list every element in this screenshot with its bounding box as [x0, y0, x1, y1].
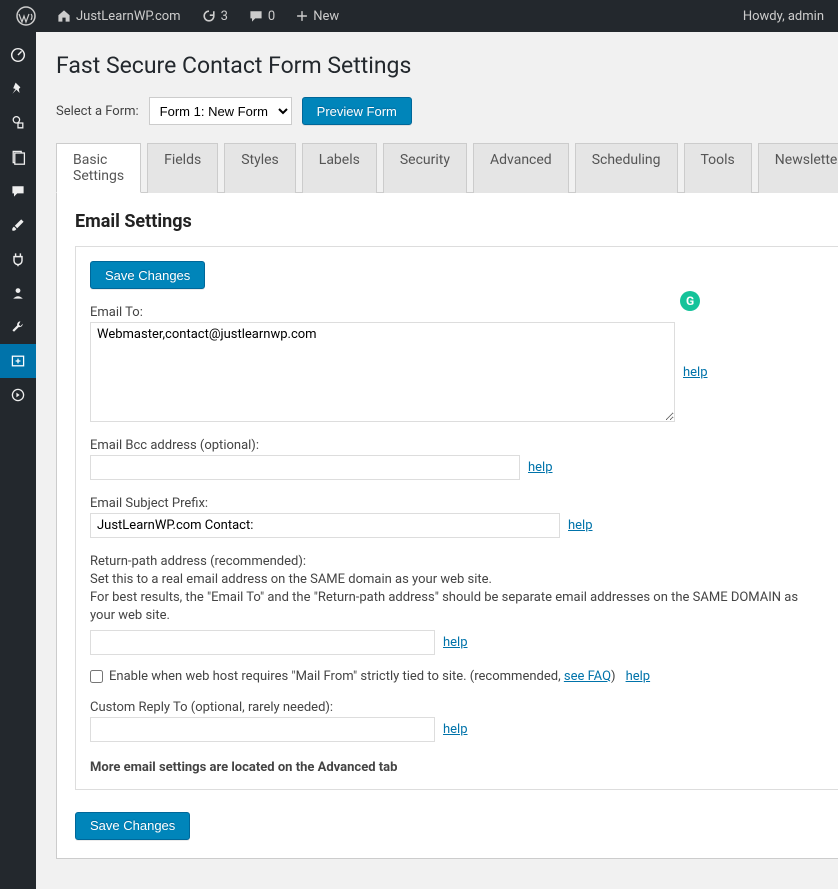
dashboard-icon [9, 46, 27, 64]
sidebar-pages[interactable] [0, 140, 36, 174]
help-link-bcc[interactable]: help [528, 460, 553, 475]
settings-tabs: Basic Settings Fields Styles Labels Secu… [56, 143, 838, 193]
email-to-textarea[interactable] [90, 322, 675, 422]
mailfrom-label-post: ) [611, 669, 616, 684]
home-icon [56, 8, 72, 24]
sidebar-tools[interactable] [0, 310, 36, 344]
select-form-label: Select a Form: [56, 104, 139, 119]
tab-fields[interactable]: Fields [147, 143, 218, 193]
brush-icon [10, 217, 26, 233]
returnpath-block: Return-path address (recommended): Set t… [90, 554, 825, 655]
help-link-mailfrom[interactable]: help [626, 669, 651, 684]
tab-styles[interactable]: Styles [224, 143, 296, 193]
refresh-icon [201, 8, 217, 24]
form-selector-row: Select a Form: Form 1: New Form Preview … [56, 97, 838, 125]
new-content-link[interactable]: New [287, 0, 347, 32]
new-label: New [313, 9, 339, 24]
wordpress-icon [16, 6, 36, 26]
returnpath-label: Return-path address (recommended): [90, 554, 825, 569]
wp-logo-menu[interactable] [8, 0, 44, 32]
comments-link[interactable]: 0 [240, 0, 283, 32]
email-to-block: G Email To: help [90, 305, 825, 422]
howdy-text: Howdy, admin [743, 9, 824, 24]
tab-tools[interactable]: Tools [684, 143, 752, 193]
sidebar-dashboard[interactable] [0, 38, 36, 72]
tab-newsletter[interactable]: Newsletter [758, 143, 838, 193]
help-link-replyto[interactable]: help [443, 722, 468, 737]
replyto-label: Custom Reply To (optional, rarely needed… [90, 700, 825, 715]
returnpath-note1: Set this to a real email address on the … [90, 571, 825, 589]
plus-icon [295, 9, 309, 23]
form-select[interactable]: Form 1: New Form [149, 97, 292, 125]
subject-input[interactable] [90, 513, 560, 538]
topbar-left: JustLearnWP.com 3 0 New [8, 0, 347, 32]
site-name-link[interactable]: JustLearnWP.com [48, 0, 189, 32]
mailfrom-label-pre: Enable when web host requires "Mail From… [109, 669, 564, 684]
sidebar-media[interactable] [0, 106, 36, 140]
sidebar-comments[interactable] [0, 174, 36, 208]
grammarly-icon[interactable]: G [680, 291, 700, 311]
collapse-icon [10, 387, 26, 403]
page-icon [10, 149, 26, 165]
returnpath-input[interactable] [90, 630, 435, 655]
help-link-returnpath[interactable]: help [443, 635, 468, 650]
plugin-icon [10, 251, 26, 267]
tab-labels[interactable]: Labels [302, 143, 377, 193]
site-name-text: JustLearnWP.com [76, 9, 181, 24]
replyto-block: Custom Reply To (optional, rarely needed… [90, 700, 825, 742]
user-icon [10, 285, 26, 301]
sidebar-posts[interactable] [0, 72, 36, 106]
save-button-bottom[interactable]: Save Changes [75, 812, 190, 840]
content-area: Fast Secure Contact Form Settings Select… [36, 32, 838, 889]
email-to-label: Email To: [90, 305, 825, 320]
help-link-subject[interactable]: help [568, 518, 593, 533]
mailfrom-label: Enable when web host requires "Mail From… [109, 669, 616, 684]
updates-count: 3 [221, 9, 228, 24]
tab-security[interactable]: Security [383, 143, 467, 193]
comment-icon [248, 8, 264, 24]
media-icon [10, 115, 26, 131]
admin-topbar: JustLearnWP.com 3 0 New Howdy, admin [0, 0, 838, 32]
sidebar-users[interactable] [0, 276, 36, 310]
settings-panel: Email Settings Save Changes G Email To: … [56, 192, 838, 859]
help-link-emailto[interactable]: help [683, 365, 708, 380]
bcc-input[interactable] [90, 455, 520, 480]
sidebar-contact-form[interactable] [0, 344, 36, 378]
subject-block: Email Subject Prefix: help [90, 496, 825, 538]
page-title: Fast Secure Contact Form Settings [56, 52, 838, 79]
section-title: Email Settings [75, 211, 838, 232]
tab-advanced[interactable]: Advanced [473, 143, 569, 193]
updates-link[interactable]: 3 [193, 0, 236, 32]
sidebar-settings[interactable] [0, 378, 36, 412]
bcc-label: Email Bcc address (optional): [90, 438, 825, 453]
comment-icon [10, 183, 26, 199]
mailfrom-checkbox[interactable] [90, 670, 103, 683]
sidebar-appearance[interactable] [0, 208, 36, 242]
tab-scheduling[interactable]: Scheduling [575, 143, 678, 193]
bcc-block: Email Bcc address (optional): help [90, 438, 825, 480]
advanced-note: More email settings are located on the A… [90, 760, 825, 775]
wrench-icon [10, 319, 26, 335]
admin-sidebar [0, 32, 36, 889]
save-button-top[interactable]: Save Changes [90, 261, 205, 289]
sidebar-plugins[interactable] [0, 242, 36, 276]
mailfrom-checkbox-row: Enable when web host requires "Mail From… [90, 669, 825, 684]
returnpath-note2: For best results, the "Email To" and the… [90, 589, 825, 625]
pin-icon [10, 81, 26, 97]
howdy-menu[interactable]: Howdy, admin [743, 9, 830, 24]
replyto-input[interactable] [90, 717, 435, 742]
subject-label: Email Subject Prefix: [90, 496, 825, 511]
form-icon [10, 353, 26, 369]
tab-basic-settings[interactable]: Basic Settings [56, 143, 141, 193]
email-settings-box: Save Changes G Email To: help Email Bcc … [75, 246, 838, 790]
comments-count: 0 [268, 9, 275, 24]
see-faq-link[interactable]: see FAQ [564, 669, 611, 684]
preview-form-button[interactable]: Preview Form [302, 97, 412, 125]
